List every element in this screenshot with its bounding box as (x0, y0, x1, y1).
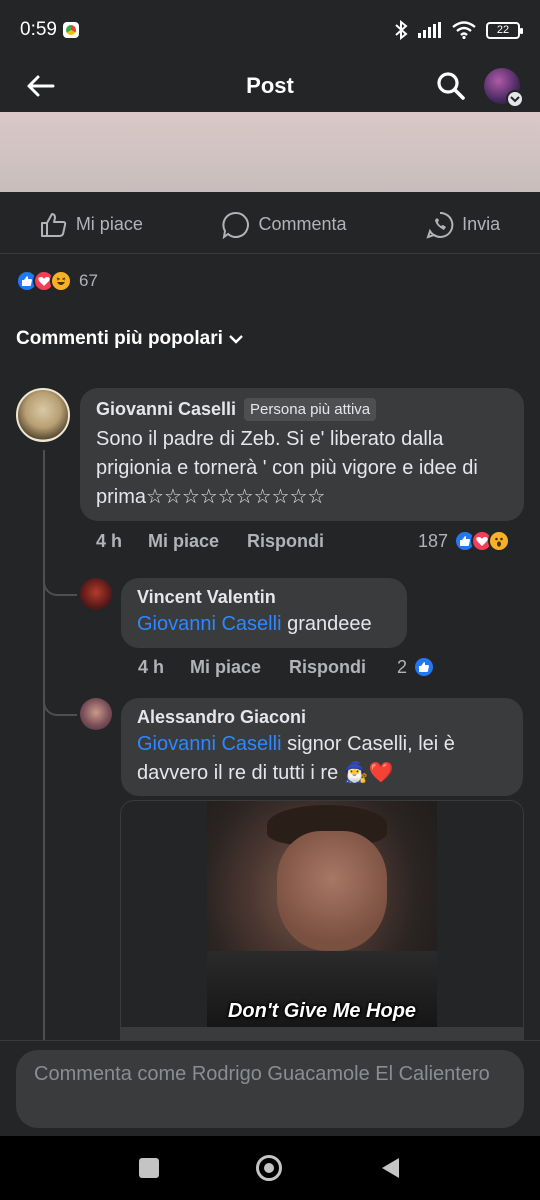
comment-author[interactable]: Vincent Valentin (137, 587, 276, 608)
comments-sort-dropdown[interactable]: Commenti più popolari (16, 328, 243, 350)
share-button[interactable]: Invia (426, 211, 500, 239)
post-media[interactable] (0, 112, 540, 192)
haha-reaction-icon (50, 270, 72, 292)
top-fan-badge: Persona più attiva (244, 398, 377, 421)
comment-reactions[interactable]: 187 (418, 530, 511, 552)
chrome-notification-icon (62, 22, 79, 38)
avatar[interactable] (16, 388, 70, 442)
chevron-down-icon (506, 90, 524, 108)
gif-footer (121, 1027, 523, 1039)
comment-time: 4 h (138, 657, 165, 677)
comment-reaction-count: 187 (418, 530, 449, 551)
search-icon[interactable] (436, 71, 466, 101)
status-bar: 0:59 22 (0, 0, 540, 60)
post-reactions-summary[interactable]: 67 (16, 266, 98, 296)
comment-author[interactable]: Alessandro Giaconi (137, 707, 306, 728)
comments-sort-label: Commenti più popolari (16, 328, 223, 349)
wow-reaction-icon (488, 530, 511, 552)
gif-attachment[interactable]: Don't Give Me Hope (120, 800, 524, 1040)
like-button[interactable]: Mi piace (40, 212, 143, 238)
share-label: Invia (462, 214, 501, 234)
signal-icon (418, 22, 441, 38)
chevron-down-icon (229, 335, 243, 344)
status-time: 0:59 (20, 19, 57, 40)
thread-line (43, 450, 45, 1040)
gif-image: Don't Give Me Hope (207, 801, 437, 1031)
back-button[interactable] (20, 66, 60, 106)
comment-label: Commenta (258, 214, 347, 234)
comment-reactions[interactable]: 2 (397, 656, 436, 678)
back-triangle-icon[interactable] (379, 1156, 401, 1180)
comment-composer: Commenta come Rodrigo Guacamole El Calie… (0, 1040, 540, 1136)
comment-bubble[interactable]: Alessandro Giaconi Giovanni Caselli sign… (121, 698, 523, 796)
comment-bubble[interactable]: Vincent Valentin Giovanni Caselli grande… (121, 578, 407, 648)
comment-time: 4 h (96, 531, 123, 551)
reply-connector (43, 680, 77, 716)
comment-meta: 4 h Mi piace Rispondi (138, 657, 394, 678)
status-icons: 22 (394, 20, 523, 40)
avatar[interactable] (80, 698, 112, 730)
whatsapp-icon (426, 211, 454, 239)
like-label: Mi piace (75, 214, 143, 234)
recents-button[interactable] (138, 1158, 159, 1178)
gif-caption: Don't Give Me Hope (227, 1000, 417, 1022)
back-arrow-icon (27, 75, 55, 97)
comment-text: grandeee (287, 613, 372, 635)
comment-input[interactable]: Commenta come Rodrigo Guacamole El Calie… (16, 1050, 524, 1128)
system-nav-bar (0, 1136, 540, 1200)
bluetooth-icon (395, 20, 408, 40)
comment-reaction-count: 2 (397, 656, 408, 677)
thumbs-up-icon (40, 212, 67, 237)
like-reaction-icon (413, 656, 436, 678)
reaction-count: 67 (79, 271, 98, 290)
comment-author[interactable]: Giovanni Caselli (96, 399, 236, 420)
profile-avatar[interactable] (484, 68, 524, 108)
comment-like-button[interactable]: Mi piace (190, 657, 261, 678)
comment-button[interactable]: Commenta (222, 211, 347, 239)
wifi-icon (452, 21, 476, 39)
comment-reply-button[interactable]: Rispondi (289, 657, 366, 678)
emoji: 🧙‍♂️❤️ (343, 762, 394, 784)
battery-icon: 22 (486, 21, 523, 39)
comment-reply-button[interactable]: Rispondi (247, 531, 324, 552)
post-action-bar: Mi piace Commenta Invia (0, 196, 540, 254)
reply-connector (43, 560, 77, 596)
mention-link[interactable]: Giovanni Caselli (137, 733, 282, 755)
comment-bubble[interactable]: Giovanni Caselli Persona più attiva Sono… (80, 388, 524, 521)
mention-link[interactable]: Giovanni Caselli (137, 613, 282, 635)
battery-level: 22 (496, 24, 510, 36)
app-bar: Post (0, 60, 540, 112)
comment-meta: 4 h Mi piace Rispondi (96, 531, 352, 552)
avatar[interactable] (80, 578, 112, 610)
home-button[interactable] (255, 1155, 282, 1181)
comment-text: Sono il padre di Zeb. Si e' liberato dal… (96, 428, 478, 508)
comment-bubble-icon (222, 211, 250, 239)
comment-like-button[interactable]: Mi piace (148, 531, 219, 552)
